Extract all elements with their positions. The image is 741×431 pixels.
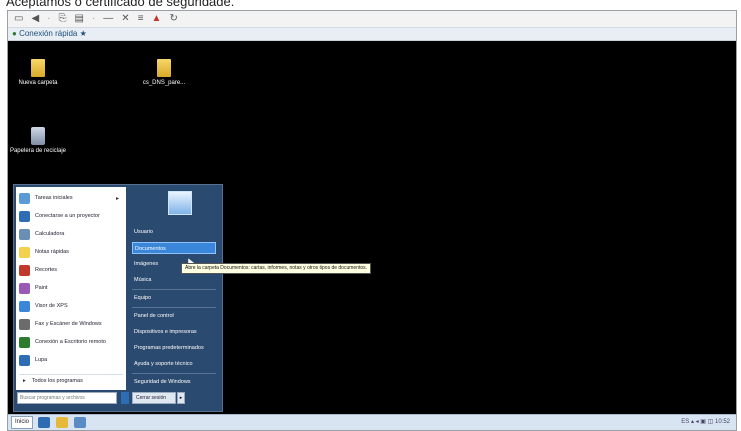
menu-separator [132,373,216,374]
program-label: Visor de XPS [35,303,68,309]
place-item[interactable]: Música [132,274,216,286]
connection-icon: ● [12,29,17,38]
server-manager-icon[interactable] [74,417,86,428]
caption-text: Aceptamos o certificado de seguridade. [6,0,235,9]
program-item[interactable]: Conexión a Escritorio remoto [19,333,123,351]
monitor-icon[interactable]: ▭ [14,11,23,27]
program-label: Notas rápidas [35,249,69,255]
search-icon[interactable] [121,392,129,404]
folder-icon [157,59,171,77]
desktop-icon-label: Nueva carpeta [18,80,58,86]
menu-separator [132,289,216,290]
program-icon [19,354,30,366]
program-item[interactable]: Conectarse a un proyector [19,207,123,225]
copy-icon[interactable]: ⎘ [59,11,67,27]
program-icon [19,210,30,222]
place-item[interactable]: Usuario [132,226,216,238]
desktop-icon-label: Papelera de reciclaje [9,148,67,154]
all-programs-label: Todos los programas [31,378,83,384]
ie-icon[interactable] [38,417,50,428]
place-item[interactable]: Seguridad de Windows [132,376,216,388]
paste-icon[interactable]: ▤ [75,11,84,27]
program-item[interactable]: Recortes [19,261,123,279]
program-icon [19,318,30,330]
program-label: Lupa [35,357,48,363]
start-menu-programs: Tareas iniciales ▸ Conectarse a un proye… [16,187,126,390]
place-item-documents[interactable]: Documentos [132,242,216,254]
taskbar: Inicio ES ▴ ◂ ▣ ◫ 10:52 [8,414,736,430]
close-icon[interactable]: ✕ [121,11,129,27]
pin-icon[interactable]: ▲ [152,11,162,27]
bars-icon[interactable]: ≡ [138,11,144,27]
back-icon[interactable]: ◀ [31,11,39,27]
shutdown-arrow-icon[interactable]: ▸ [177,392,185,404]
program-item[interactable]: Notas rápidas [19,243,123,261]
arrow-right-icon: ▸ [23,378,26,384]
remote-desktop[interactable]: Nueva carpeta cs_DNS_pare... Papelera de… [8,41,736,414]
program-icon [19,300,30,312]
desktop-icon-label: cs_DNS_pare... [142,80,186,86]
place-item[interactable]: Programas predeterminados [132,342,216,354]
start-menu: Tareas iniciales ▸ Conectarse a un proye… [13,184,223,412]
program-label: Recortes [35,267,58,273]
program-label: Paint [35,285,48,291]
tooltip: Abre la carpeta Documentos: cartas, info… [181,263,372,274]
program-item[interactable]: Lupa [19,351,123,369]
program-icon [19,228,30,240]
separator: · [47,13,51,24]
separator: · [91,13,96,24]
desktop-icon[interactable]: cs_DNS_pare... [134,59,194,86]
program-item[interactable]: Visor de XPS [19,297,123,315]
program-item[interactable]: Paint [19,279,123,297]
user-picture-icon[interactable] [168,191,192,215]
place-item[interactable]: Panel de control [132,310,216,322]
program-label: Conectarse a un proyector [35,213,100,219]
explorer-icon[interactable] [56,417,68,428]
star-icon: ★ [79,29,87,38]
program-item[interactable]: Tareas iniciales ▸ [19,189,123,207]
desktop-icon[interactable]: Nueva carpeta [8,59,68,86]
program-label: Conexión a Escritorio remoto [35,339,106,345]
program-icon [19,192,30,204]
refresh-icon[interactable]: ↻ [169,11,177,27]
folder-icon [31,59,45,77]
program-label: Tareas iniciales [35,195,73,201]
rdp-toolbar: ▭ ◀ · ⎘ ▤ · — ✕ ≡ ▲ ↻ [8,11,736,27]
program-label: Fax y Escáner de Windows [35,321,102,327]
submenu-arrow-icon: ▸ [115,195,119,202]
program-label: Calculadora [35,231,65,237]
place-item[interactable]: Equipo [132,292,216,304]
desktop-icon[interactable]: Papelera de reciclaje [8,127,68,154]
shutdown-button[interactable]: Cerrar sesión [132,392,176,404]
all-programs-button[interactable]: ▸ Todos los programas [19,374,123,387]
place-item[interactable]: Dispositivos e impresoras [132,326,216,338]
program-item[interactable]: Calculadora [19,225,123,243]
program-icon [19,246,30,258]
quick-connect-label: Conexión rápida [19,29,78,38]
program-icon [19,336,30,348]
system-tray[interactable]: ES ▴ ◂ ▣ ◫ 10:52 [681,418,730,425]
recycle-bin-icon [31,127,45,145]
menu-separator [132,307,216,308]
program-item[interactable]: Fax y Escáner de Windows [19,315,123,333]
start-menu-places: Usuario Documentos Imágenes Música Equip… [128,187,222,390]
quick-connect-tab[interactable]: ● Conexión rápida ★ [8,27,736,41]
program-icon [19,282,30,294]
program-icon [19,264,30,276]
minimize-icon[interactable]: — [103,11,113,27]
start-search-input[interactable]: Buscar programas y archivos [17,392,117,404]
place-item[interactable]: Ayuda y soporte técnico [132,358,216,370]
start-button[interactable]: Inicio [11,416,33,429]
remote-desktop-window: ▭ ◀ · ⎘ ▤ · — ✕ ≡ ▲ ↻ ● Conexión rápida … [7,10,737,431]
